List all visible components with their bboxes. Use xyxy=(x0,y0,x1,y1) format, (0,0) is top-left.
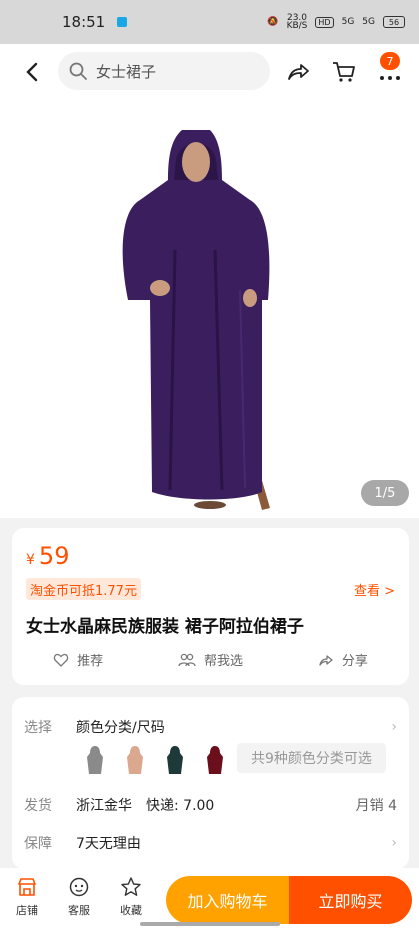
options-card: 选择 颜色分类/尺码 › 共9种颜色分类可选 发货 浙江金华 快递: 7.00 … xyxy=(12,697,409,869)
guarantee-row[interactable]: 保障 7天无理由 › xyxy=(24,833,397,853)
favorite-button[interactable]: 收藏 xyxy=(111,876,151,918)
store-icon xyxy=(18,878,36,896)
more-colors-pill[interactable]: 共9种颜色分类可选 xyxy=(237,743,386,773)
help-me-choose-label: 帮我选 xyxy=(203,654,243,669)
signal-5g-2: 5G xyxy=(362,17,375,27)
price-card: ¥ 59 淘金币可抵1.77元 查看 > 女士水晶麻民族服装 裙子阿拉伯裙子 推… xyxy=(12,528,409,685)
share-label: 分享 xyxy=(341,654,368,669)
store-label: 店铺 xyxy=(16,904,38,917)
select-row[interactable]: 选择 颜色分类/尺码 › xyxy=(24,717,397,737)
back-arrow-icon xyxy=(26,62,38,82)
customer-service-button[interactable]: 客服 xyxy=(59,876,99,918)
select-value: 颜色分类/尺码 xyxy=(76,720,165,736)
more-menu-button[interactable]: 7 xyxy=(376,52,404,86)
recommend-button[interactable]: 推荐 xyxy=(12,650,144,669)
image-counter: 1/5 xyxy=(361,480,409,506)
price: ¥ 59 xyxy=(26,542,69,570)
buy-now-button[interactable]: 立即购买 xyxy=(289,876,412,924)
cart-button[interactable] xyxy=(330,58,358,86)
purchase-buttons: 加入购物车 立即购买 xyxy=(166,876,412,924)
message-badge: 7 xyxy=(380,52,400,70)
hd-badge: HD xyxy=(315,16,334,28)
signal-5g-1: 5G xyxy=(341,17,355,27)
recommend-label: 推荐 xyxy=(77,654,104,669)
color-swatches xyxy=(86,745,224,775)
share-action-button[interactable]: 分享 xyxy=(277,650,409,669)
swatch-beige[interactable] xyxy=(126,745,144,775)
product-image-gallery[interactable]: 1/5 xyxy=(0,100,419,518)
bottom-action-bar: 店铺 客服 收藏 加入购物车 立即购买 xyxy=(0,868,419,930)
share-button[interactable] xyxy=(284,58,312,86)
status-bar: 18:51 🔕 23.0 KB/S HD 5G 5G 56 xyxy=(0,0,419,44)
shipping-row: 发货 浙江金华 快递: 7.00 月销 4 xyxy=(24,795,397,815)
store-button[interactable]: 店铺 xyxy=(7,876,47,918)
guarantee-value: 7天无理由 xyxy=(76,836,141,852)
swatch-dark-green[interactable] xyxy=(166,745,184,775)
star-icon xyxy=(121,877,141,896)
product-title: 女士水晶麻民族服装 裙子阿拉伯裙子 xyxy=(26,617,304,637)
home-indicator xyxy=(140,922,280,926)
chat-face-icon xyxy=(69,877,89,897)
favorite-label: 收藏 xyxy=(120,904,142,917)
share-arrow-icon xyxy=(288,64,309,80)
add-to-cart-button[interactable]: 加入购物车 xyxy=(166,876,289,924)
app-notification-icon xyxy=(117,17,128,27)
help-me-choose-button[interactable]: 帮我选 xyxy=(144,650,276,669)
swatch-burgundy[interactable] xyxy=(206,745,224,775)
mute-icon: 🔕 xyxy=(267,17,279,27)
coin-discount-tag: 淘金币可抵1.77元 xyxy=(26,578,141,600)
swatch-gray[interactable] xyxy=(86,745,104,775)
cart-icon xyxy=(333,62,355,82)
service-label: 客服 xyxy=(68,904,90,917)
search-query: 女士裙子 xyxy=(96,62,157,81)
select-label: 选择 xyxy=(24,720,52,736)
search-icon xyxy=(69,62,87,80)
ship-label: 发货 xyxy=(24,798,52,814)
guarantee-label: 保障 xyxy=(24,836,52,852)
chevron-right-icon: › xyxy=(391,719,397,735)
heart-icon xyxy=(53,653,69,667)
view-link[interactable]: 查看 > xyxy=(354,580,395,599)
action-row: 推荐 帮我选 分享 xyxy=(12,650,409,669)
ship-fee: 快递: 7.00 xyxy=(146,798,215,814)
currency-symbol: ¥ xyxy=(26,552,35,568)
ship-from: 浙江金华 xyxy=(76,798,132,814)
top-nav-bar: 女士裙子 7 xyxy=(0,44,419,100)
product-image xyxy=(122,130,270,510)
people-icon xyxy=(178,653,196,666)
status-time: 18:51 xyxy=(62,13,106,31)
back-button[interactable] xyxy=(18,58,46,86)
status-indicators: 🔕 23.0 KB/S HD 5G 5G 56 xyxy=(267,13,405,31)
chevron-right-icon: › xyxy=(391,835,397,851)
battery-icon: 56 xyxy=(383,16,405,28)
search-bar[interactable]: 女士裙子 xyxy=(58,52,270,90)
share-icon xyxy=(319,654,333,666)
monthly-sales: 月销 4 xyxy=(355,798,397,814)
price-value: 59 xyxy=(38,542,70,570)
network-speed: 23.0 KB/S xyxy=(286,13,308,31)
